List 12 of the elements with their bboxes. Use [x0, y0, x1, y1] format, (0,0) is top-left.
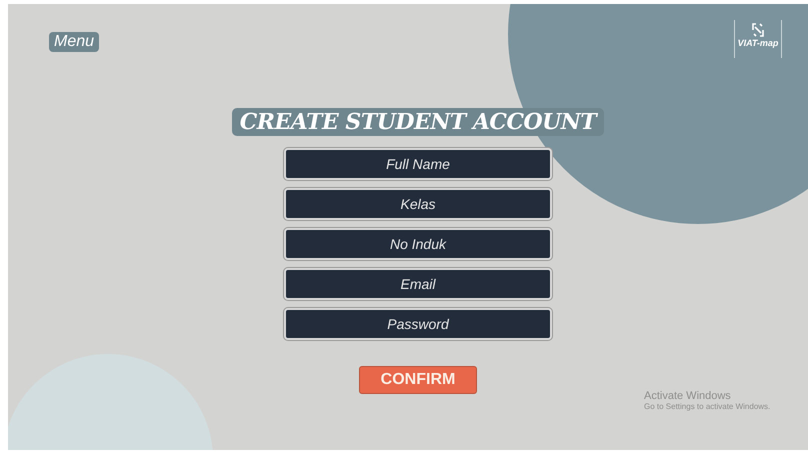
- input-field[interactable]: Password: [284, 308, 552, 340]
- input-field[interactable]: Kelas: [284, 188, 552, 220]
- menu-button[interactable]: Menu: [49, 32, 100, 52]
- activation-notice-title: Activate Windows: [644, 390, 732, 402]
- input-field[interactable]: No Induk: [284, 228, 552, 260]
- page-title: CREATE STUDENT ACCOUNT: [232, 108, 604, 136]
- confirm-button[interactable]: CONFIRM: [359, 366, 477, 394]
- input-field[interactable]: Full Name: [284, 148, 552, 180]
- input-field[interactable]: Email: [284, 268, 552, 300]
- logo-icon: [751, 22, 765, 38]
- app-logo: VIAT-map: [734, 20, 782, 58]
- activation-notice-text: Go to Settings to activate Windows.: [644, 402, 770, 411]
